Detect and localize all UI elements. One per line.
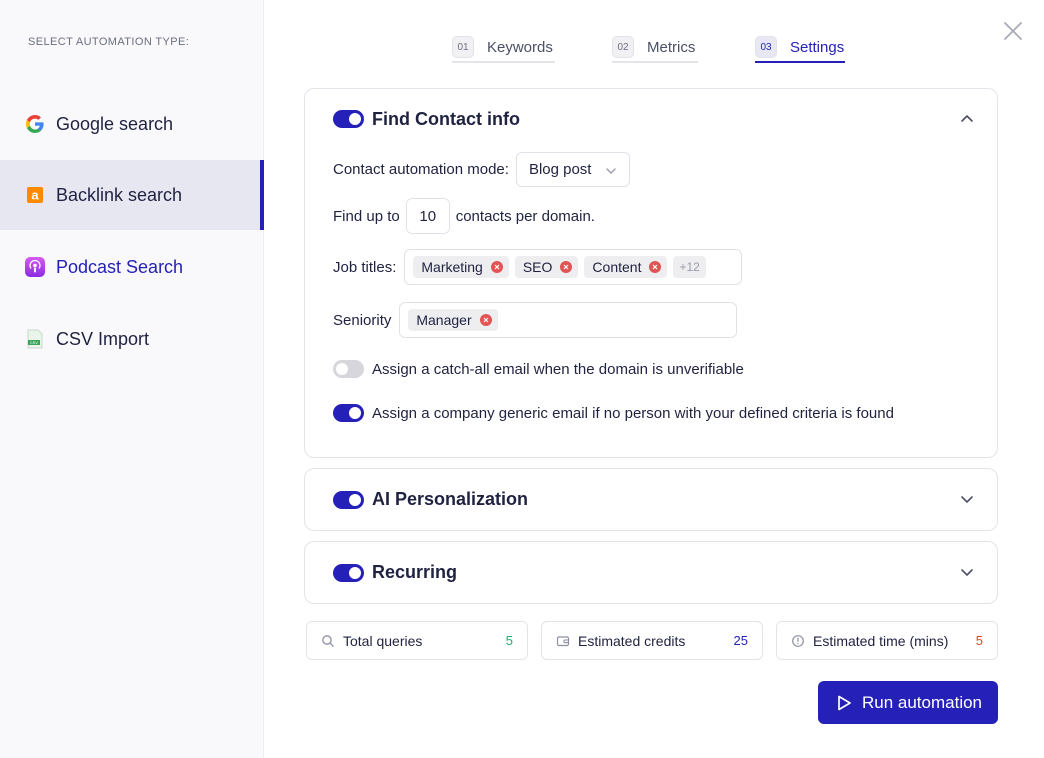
contact-mode-value: Blog post — [528, 161, 592, 178]
automation-type-sidebar: SELECT AUTOMATION TYPE: Google search a … — [0, 0, 264, 758]
tab-settings[interactable]: 03 Settings — [755, 30, 844, 64]
ai-personalization-toggle[interactable] — [333, 490, 364, 509]
more-job-titles-badge[interactable]: +12 — [673, 256, 706, 278]
panel-title: AI Personalization — [372, 489, 529, 509]
seniority-input[interactable]: Manager — [399, 302, 738, 338]
tab-keywords[interactable]: 01 Keywords — [452, 30, 553, 64]
find-contact-toggle[interactable] — [333, 110, 364, 128]
job-title-chip: Content — [584, 256, 668, 278]
estimated-time-stat: Estimated time (mins) 5 — [776, 621, 998, 660]
chevron-down-icon[interactable] — [959, 491, 975, 507]
ahrefs-icon: a — [24, 184, 46, 206]
find-prefix: Find up to — [333, 207, 400, 225]
recurring-toggle[interactable] — [333, 563, 364, 582]
contact-mode-label: Contact automation mode: — [333, 161, 509, 178]
catchall-label: Assign a catch-all email when the domain… — [372, 360, 744, 378]
sidebar-item-label: Backlink search — [56, 184, 183, 205]
stat-value: 25 — [733, 633, 748, 648]
job-titles-label: Job titles: — [333, 258, 397, 276]
chevron-down-icon[interactable] — [959, 564, 975, 580]
contact-mode-select[interactable]: Blog post — [515, 152, 631, 187]
tab-metrics[interactable]: 02 Metrics — [612, 30, 695, 64]
tab-label: Settings — [790, 38, 845, 56]
tab-label: Metrics — [647, 38, 696, 56]
close-icon[interactable] — [1002, 20, 1024, 42]
svg-text:CSV: CSV — [30, 340, 39, 345]
tab-label: Keywords — [487, 38, 553, 56]
sidebar-item-label: Podcast Search — [56, 256, 184, 277]
chip-label: SEO — [522, 259, 553, 275]
tab-underline — [612, 61, 698, 63]
generic-email-label: Assign a company generic email if no per… — [372, 404, 894, 422]
job-title-chip: SEO — [514, 256, 579, 278]
tab-underline — [452, 61, 555, 63]
catchall-option-row: Assign a catch-all email when the domain… — [333, 360, 744, 378]
chevron-down-icon — [605, 164, 617, 176]
contact-mode-row: Contact automation mode: Blog post — [333, 152, 631, 187]
estimated-credits-stat: Estimated credits 25 — [541, 621, 763, 660]
sidebar-item-google-search[interactable]: Google search — [0, 89, 264, 159]
seniority-chip: Manager — [408, 309, 498, 331]
remove-chip-icon[interactable] — [490, 261, 503, 273]
sidebar-item-label: Google search — [56, 113, 174, 134]
run-automation-label: Run automation — [861, 692, 983, 712]
chip-label: Content — [592, 259, 642, 275]
find-up-to-row: Find up to contacts per domain. — [333, 198, 595, 234]
csv-file-icon: CSV — [24, 328, 46, 350]
svg-text:a: a — [31, 188, 39, 203]
find-suffix: contacts per domain. — [455, 207, 595, 225]
tab-number: 03 — [755, 36, 777, 58]
tab-underline-active — [755, 61, 845, 63]
remove-chip-icon[interactable] — [479, 314, 492, 326]
ai-personalization-panel[interactable]: AI Personalization — [304, 468, 998, 531]
sidebar-item-backlink-search[interactable]: a Backlink search — [0, 160, 264, 230]
ai-personalization-header: AI Personalization — [333, 469, 528, 530]
stat-label: Estimated credits — [578, 632, 686, 649]
podcast-icon — [24, 256, 46, 278]
sidebar-heading: SELECT AUTOMATION TYPE: — [28, 36, 190, 48]
panel-title: Find Contact info — [372, 108, 520, 129]
find-contact-header: Find Contact info — [333, 89, 520, 149]
play-icon — [834, 693, 862, 713]
remove-chip-icon[interactable] — [649, 261, 662, 273]
google-icon — [24, 113, 46, 135]
job-titles-input[interactable]: Marketing SEO Content +12 — [404, 249, 743, 285]
chip-label: Marketing — [421, 259, 483, 275]
generic-email-option-row: Assign a company generic email if no per… — [333, 404, 894, 422]
remove-chip-icon[interactable] — [560, 261, 573, 273]
total-queries-stat: Total queries 5 — [306, 621, 528, 660]
sidebar-item-csv-import[interactable]: CSV CSV Import — [0, 304, 264, 374]
clock-icon — [791, 634, 805, 648]
seniority-label: Seniority — [333, 311, 392, 329]
stat-label: Total queries — [343, 632, 423, 649]
seniority-row: Seniority Manager — [333, 302, 738, 338]
chip-label: Manager — [416, 312, 472, 328]
recurring-panel[interactable]: Recurring — [304, 541, 998, 604]
find-contact-panel: Find Contact info Contact automation mod… — [304, 88, 998, 458]
tab-number: 02 — [612, 36, 634, 58]
tab-number: 01 — [452, 36, 474, 58]
stat-label: Estimated time (mins) — [813, 632, 949, 649]
job-titles-row: Job titles: Marketing SEO Content +12 — [333, 249, 743, 285]
stat-value: 5 — [505, 633, 513, 648]
chevron-up-icon[interactable] — [959, 111, 975, 127]
wallet-icon — [556, 634, 570, 648]
generic-email-toggle[interactable] — [333, 404, 364, 422]
sidebar-item-label: CSV Import — [56, 328, 150, 349]
job-title-chip: Marketing — [413, 256, 509, 278]
sidebar-item-podcast-search[interactable]: Podcast Search — [0, 232, 264, 302]
contacts-per-domain-input[interactable] — [405, 198, 450, 234]
recurring-header: Recurring — [333, 542, 457, 603]
panel-title: Recurring — [372, 562, 458, 582]
stat-value: 5 — [975, 633, 983, 648]
run-automation-button[interactable]: Run automation — [818, 681, 998, 724]
search-icon — [321, 634, 335, 648]
catchall-toggle[interactable] — [333, 360, 364, 378]
